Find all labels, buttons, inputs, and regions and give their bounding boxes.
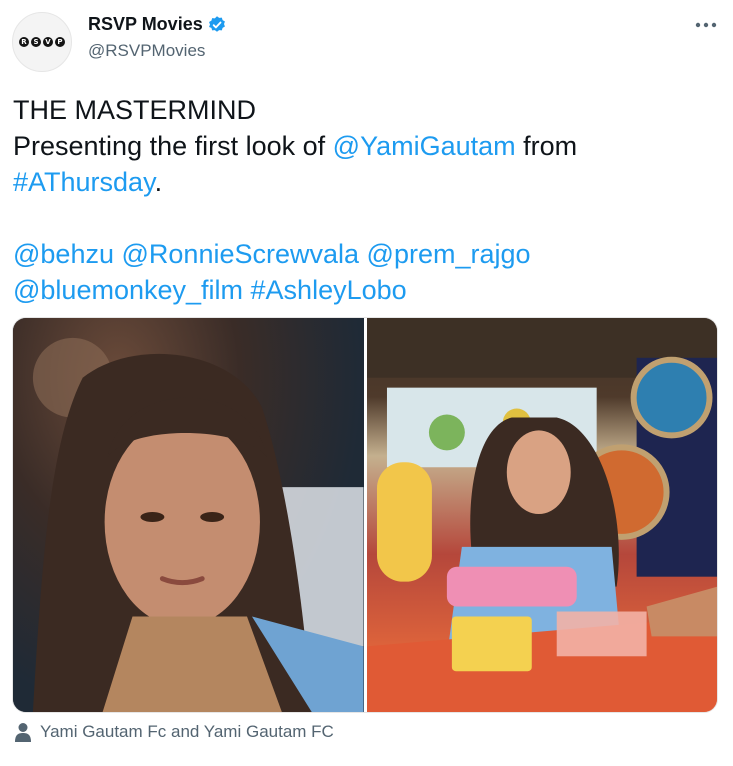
avatar-letter: S	[31, 37, 41, 47]
tweet-text: THE MASTERMIND Presenting the first look…	[13, 92, 713, 308]
tweet-line: #AThursday.	[13, 164, 713, 200]
tweet-text-span: Presenting the first look of	[13, 131, 333, 161]
photo-portrait[interactable]	[13, 318, 364, 712]
tweet-line: @behzu @RonnieScrewvala @prem_rajgo	[13, 236, 713, 272]
avatar-letter: P	[55, 37, 65, 47]
tweet-text-span: from	[515, 131, 578, 161]
mention-link[interactable]: @YamiGautam	[333, 131, 516, 161]
tweet-line: THE MASTERMIND	[13, 95, 256, 125]
avatar-letter: V	[43, 37, 53, 47]
hashtag-link[interactable]: #AThursday	[13, 167, 155, 197]
tweet-line: Presenting the first look of @YamiGautam…	[13, 128, 713, 164]
caption-text: Yami Gautam Fc and Yami Gautam FC	[40, 722, 334, 741]
tweet-text-span: .	[154, 167, 163, 197]
author-name-row: RSVP Movies	[88, 14, 227, 35]
user-tag-icon	[15, 723, 31, 742]
media-tag-caption[interactable]: Yami Gautam Fc and Yami Gautam FC	[14, 722, 334, 742]
hashtag-link[interactable]: #AshleyLobo	[251, 275, 407, 305]
author-handle[interactable]: @RSVPMovies	[88, 41, 205, 61]
mention-link[interactable]: @RonnieScrewvala	[122, 239, 360, 269]
author-name[interactable]: RSVP Movies	[88, 14, 203, 35]
more-horizontal-icon[interactable]	[693, 12, 719, 38]
mention-link[interactable]: @behzu	[13, 239, 114, 269]
verified-badge-icon	[208, 15, 225, 32]
avatar-letter: R	[19, 37, 29, 47]
media-grid	[12, 317, 718, 713]
mention-link[interactable]: @bluemonkey_film	[13, 275, 243, 305]
tweet-line: @bluemonkey_film #AshleyLobo	[13, 272, 713, 308]
photo-smiling[interactable]	[366, 318, 717, 712]
author-avatar[interactable]: R S V P	[12, 12, 72, 72]
mention-link[interactable]: @prem_rajgo	[367, 239, 531, 269]
